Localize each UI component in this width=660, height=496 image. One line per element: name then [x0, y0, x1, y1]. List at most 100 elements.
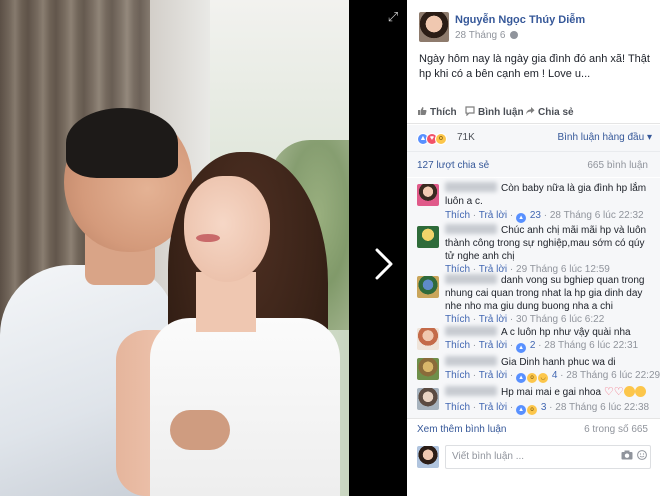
wow-reaction-icon: o: [435, 133, 447, 145]
author-name[interactable]: Nguyễn Ngọc Thúy Diễm: [455, 14, 585, 26]
commenter-name[interactable]: [445, 326, 497, 336]
comment-text: Hp mai mai e gai nhoa: [501, 387, 602, 398]
comment-item: danh vong su bghiep quan trong nhung cai…: [417, 274, 655, 325]
post-timestamp[interactable]: 28 Tháng 6: [455, 30, 519, 41]
commenter-name[interactable]: [445, 224, 497, 234]
comment-text: Gia Dinh hanh phuc wa di: [501, 357, 616, 368]
comment-body: danh vong su bghiep quan trong nhung cai…: [445, 274, 655, 313]
emoji-icon[interactable]: [636, 450, 648, 460]
more-comments-row: Xem thêm bình luận 6 trong số 665: [407, 418, 660, 440]
wow-reaction-icon: o: [527, 373, 538, 383]
comment-reply-link[interactable]: Trả lời: [479, 370, 507, 381]
post-text: Ngày hôm nay là ngày gia đình đó anh xã!…: [419, 53, 650, 80]
author-avatar[interactable]: [419, 12, 449, 42]
caret-down-icon: ▾: [646, 132, 652, 143]
view-more-comments-link[interactable]: Xem thêm bình luận: [417, 424, 507, 435]
like-reaction-icon: ▲: [516, 213, 527, 223]
comments-shown-count: 6 trong số 665: [584, 424, 648, 435]
reaction-bar: ▲ ♥ o 71K Bình luận hàng đầu ▾: [407, 125, 660, 151]
thumbs-up-icon: [418, 107, 427, 115]
like-reaction-icon: ▲: [516, 405, 527, 415]
wow-reaction-icon: o: [527, 405, 538, 415]
comment-body: Hp mai mai e gai nhoa ♡♡: [445, 386, 655, 399]
comment-sort-dropdown[interactable]: Bình luận hàng đầu ▾: [557, 132, 652, 143]
comment-icon: [465, 106, 475, 116]
commenter-name[interactable]: [445, 274, 497, 284]
share-button[interactable]: Chia sẻ: [525, 106, 574, 118]
comment-reply-link[interactable]: Trả lời: [479, 210, 507, 221]
reaction-count[interactable]: 71K: [457, 132, 475, 143]
comment-time[interactable]: 28 Tháng 6 lúc 22:32: [550, 210, 644, 221]
comment-time[interactable]: 28 Tháng 6 lúc 22:29: [566, 370, 660, 381]
comment-meta: Thích · Trả lời · ▲ o 3 · 28 Tháng 6 lúc …: [445, 402, 650, 415]
like-button[interactable]: Thích: [417, 106, 457, 118]
like-reaction-icon: ▲: [516, 373, 527, 383]
comment-body: A c luôn hp như vậy quài nha: [445, 326, 655, 339]
comment-reply-link[interactable]: Trả lời: [479, 314, 507, 325]
comment-like-link[interactable]: Thích: [445, 314, 470, 325]
commenter-name[interactable]: [445, 386, 497, 396]
comment-like-link[interactable]: Thích: [445, 370, 470, 381]
comment-composer: Viết bình luận ...: [407, 440, 660, 496]
comment-label: Bình luận: [478, 107, 524, 118]
comment-text: A c luôn hp như vậy quài nha: [501, 327, 631, 338]
comment-item: Gia Dinh hanh phuc wa di Thích · Trả lời…: [417, 356, 660, 386]
comment-reply-link[interactable]: Trả lời: [479, 402, 507, 413]
comment-body: Gia Dinh hanh phuc wa di: [445, 356, 655, 369]
commenter-avatar[interactable]: [417, 358, 439, 380]
comment-body: Còn baby nữa là gia đình hp lắm luôn a c…: [445, 182, 655, 208]
comment-time[interactable]: 30 Tháng 6 lúc 6:22: [516, 314, 604, 325]
commenter-name[interactable]: [445, 182, 497, 192]
photo-man-hand: [170, 410, 230, 450]
comment-like-link[interactable]: Thích: [445, 340, 470, 351]
like-label: Thích: [430, 107, 457, 118]
photo-woman-lips: [196, 234, 220, 242]
chevron-right-icon[interactable]: [368, 244, 398, 284]
photo-woman-dress: [150, 318, 340, 496]
post-time-text: 28 Tháng 6: [455, 30, 506, 41]
commenter-avatar[interactable]: [417, 388, 439, 410]
comment-item: Hp mai mai e gai nhoa ♡♡ Thích · Trả lời…: [417, 386, 653, 416]
heart-emoji-icon: ♡♡: [603, 386, 624, 398]
photo-woman-face: [184, 176, 270, 282]
like-reaction-icon: ▲: [516, 343, 527, 353]
comment-time[interactable]: 28 Tháng 6 lúc 22:31: [544, 340, 638, 351]
comment-reaction-count[interactable]: 3: [541, 402, 547, 413]
comment-like-link[interactable]: Thích: [445, 402, 470, 413]
commenter-avatar[interactable]: [417, 328, 439, 350]
comment-reaction-count[interactable]: 4: [552, 370, 558, 381]
photo-man-hair: [66, 108, 178, 178]
comment-meta: Thích · Trả lời · ▲ 2 · 28 Tháng 6 lúc 2…: [445, 340, 639, 353]
smiley-emoji-icon: [634, 386, 646, 397]
post-header: Nguyễn Ngọc Thúy Diễm 28 Tháng 6: [407, 0, 660, 44]
share-icon: [526, 107, 535, 115]
commenter-avatar[interactable]: [417, 184, 439, 206]
post-panel: Nguyễn Ngọc Thúy Diễm 28 Tháng 6 Ngày hô…: [407, 0, 660, 496]
share-count[interactable]: 127 lượt chia sẻ: [417, 160, 489, 171]
reaction-icons[interactable]: ▲ ♥ o: [417, 131, 447, 145]
commenter-avatar[interactable]: [417, 226, 439, 248]
comment-time[interactable]: 28 Tháng 6 lúc 22:38: [555, 402, 649, 413]
stats-bar: 127 lượt chia sẻ 665 bình luận: [407, 151, 660, 177]
comment-sort-label: Bình luận hàng đầu: [557, 132, 645, 143]
comment-like-link[interactable]: Thích: [445, 210, 470, 221]
comment-reaction-count[interactable]: 23: [530, 210, 541, 221]
comment-item: Chúc anh chị mãi mãi hp và luôn thành cô…: [417, 224, 653, 275]
post-actions: Thích Bình luận Chia sẻ: [407, 102, 660, 124]
comment-button[interactable]: Bình luận: [465, 106, 524, 118]
commenter-name[interactable]: [445, 356, 497, 366]
haha-reaction-icon: ◡: [538, 373, 549, 383]
share-label: Chia sẻ: [538, 107, 574, 118]
comment-item: Còn baby nữa là gia đình hp lắm luôn a c…: [417, 182, 655, 223]
expand-icon[interactable]: ⤢: [386, 10, 400, 24]
commenter-avatar[interactable]: [417, 276, 439, 298]
comment-meta: Thích · Trả lời · ▲ o ◡ 4 · 28 Tháng 6 lúc…: [445, 370, 660, 383]
comment-count[interactable]: 665 bình luận: [587, 160, 648, 171]
post-photo[interactable]: [0, 0, 349, 496]
comment-meta: Thích · Trả lời · 30 Tháng 6 lúc 6:22: [445, 314, 605, 325]
globe-icon: [510, 31, 519, 39]
comment-reaction-count[interactable]: 2: [530, 340, 536, 351]
camera-icon[interactable]: [621, 450, 633, 460]
comment-meta: Thích · Trả lời · ▲ 23 · 28 Tháng 6 lúc …: [445, 210, 644, 223]
comment-reply-link[interactable]: Trả lời: [479, 340, 507, 351]
